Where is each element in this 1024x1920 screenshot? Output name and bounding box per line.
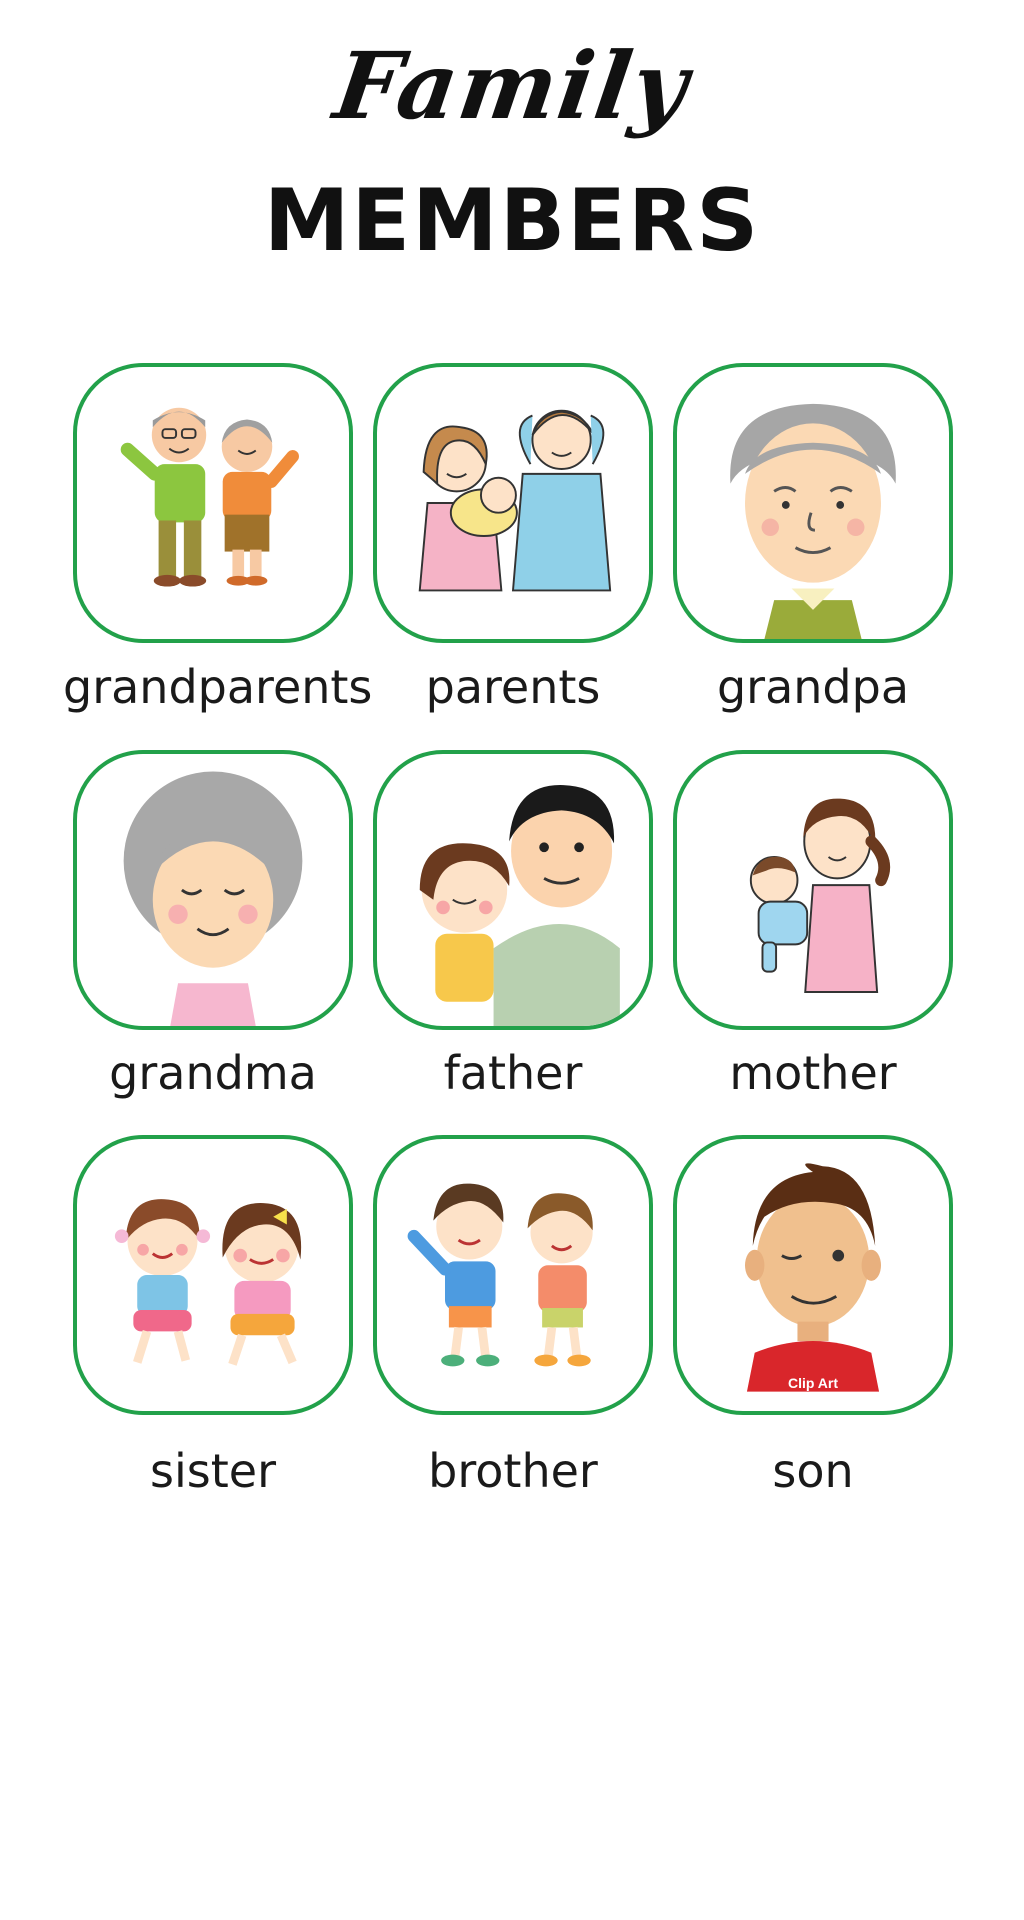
card-mother — [673, 750, 953, 1030]
watermark: Clip Art — [787, 1375, 839, 1391]
card-son: Clip Art — [673, 1135, 953, 1415]
label-sister: sister — [150, 1444, 276, 1498]
card-grandma — [73, 750, 353, 1030]
sister-icon — [114, 1199, 302, 1366]
label-father: father — [443, 1046, 583, 1100]
label-grandpa: grandpa — [716, 660, 910, 714]
card-parents — [373, 363, 653, 643]
label-grandma: grandma — [109, 1046, 317, 1100]
label-mother: mother — [729, 1046, 897, 1100]
title-script: Family — [328, 32, 696, 140]
label-son: son — [772, 1444, 854, 1498]
label-grandparents: grandparents — [63, 660, 373, 714]
grandpa-icon — [730, 403, 896, 639]
son-icon — [745, 1163, 881, 1392]
label-brother: brother — [428, 1444, 598, 1498]
grandparents-icon — [120, 407, 299, 587]
card-grandpa — [673, 363, 953, 643]
card-brother — [373, 1135, 653, 1415]
page-title: MEMBERS — [263, 171, 761, 271]
card-grandparents — [73, 363, 353, 643]
brother-icon — [407, 1183, 593, 1367]
grandma-icon — [123, 771, 303, 1026]
label-parents: parents — [425, 660, 601, 714]
parents-icon — [418, 409, 612, 592]
card-sister — [73, 1135, 353, 1415]
mother-icon — [749, 798, 891, 993]
card-father — [373, 750, 653, 1030]
father-icon — [419, 785, 620, 1026]
